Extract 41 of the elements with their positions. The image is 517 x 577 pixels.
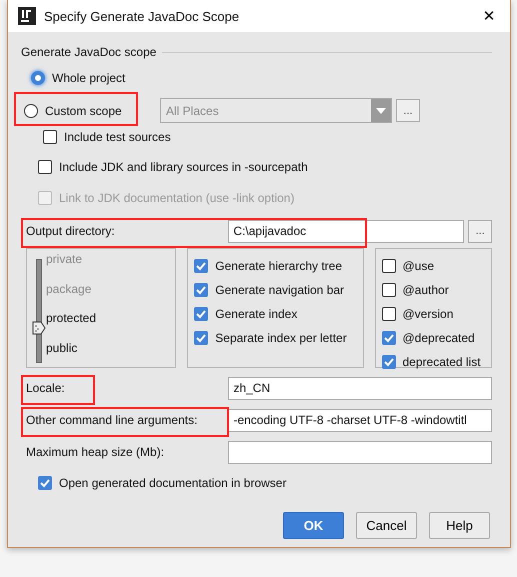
field-label: Locale:: [25, 381, 66, 395]
check-icon: [195, 260, 208, 272]
field-label: Maximum heap size (Mb):: [25, 445, 166, 459]
field-label: Output directory:: [25, 224, 116, 238]
input-field[interactable]: -encoding UTF-8 -charset UTF-8 -windowtitl: [228, 408, 492, 432]
check-icon: [195, 332, 208, 344]
dialog-button[interactable]: Cancel: [356, 512, 417, 539]
checkbox[interactable]: @use: [382, 254, 485, 278]
checkbox[interactable]: deprecated list: [382, 350, 485, 374]
checkbox[interactable]: @version: [382, 302, 485, 326]
check-icon: [195, 284, 208, 296]
checkbox[interactable]: @deprecated: [382, 326, 485, 350]
caret-icon: [376, 108, 386, 114]
radio-button[interactable]: Whole project: [31, 70, 151, 84]
close-button[interactable]: ✕: [468, 0, 510, 32]
checkbox[interactable]: Generate hierarchy tree: [194, 254, 356, 278]
checkbox[interactable]: Open generated documentation in browser: [38, 468, 492, 498]
dialog-button[interactable]: Help: [429, 512, 490, 539]
check-icon: [39, 477, 51, 489]
access-level-label[interactable]: public: [46, 338, 96, 367]
dialog-button[interactable]: OK: [283, 512, 344, 539]
checkbox[interactable]: Generate navigation bar: [194, 278, 356, 302]
checkbox[interactable]: Generate index: [194, 302, 356, 326]
checkbox[interactable]: @author: [382, 278, 485, 302]
check-icon: [195, 308, 208, 320]
input-field[interactable]: [228, 440, 492, 464]
window-title: Specify Generate JavaDoc Scope: [44, 8, 240, 24]
checkbox[interactable]: Include JDK and library sources in -sourcepath: [38, 151, 492, 182]
radio-button[interactable]: Custom scope: [24, 104, 144, 118]
field-label: Other command line arguments:: [25, 413, 198, 427]
access-level-label[interactable]: protected: [46, 308, 96, 338]
browse-button[interactable]: ...: [468, 220, 492, 242]
section-heading: Generate JavaDoc scope: [21, 45, 156, 59]
check-icon: [382, 332, 394, 344]
checkbox[interactable]: Include test sources: [43, 123, 492, 151]
input-field[interactable]: C:\apijavadoc: [228, 220, 464, 242]
input-field[interactable]: zh_CN: [228, 376, 492, 400]
app-logo-icon: [18, 7, 36, 25]
checkbox[interactable]: Separate index per letter: [194, 326, 356, 350]
check-icon: [382, 356, 394, 368]
slider-thumb[interactable]: [32, 321, 46, 335]
